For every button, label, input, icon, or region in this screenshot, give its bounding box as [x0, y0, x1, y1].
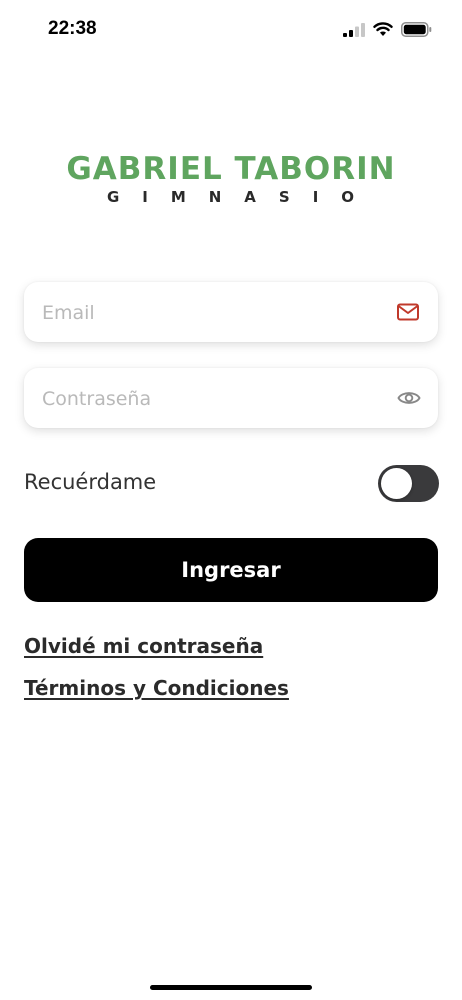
- wifi-icon: [373, 22, 393, 36]
- login-button[interactable]: Ingresar: [24, 538, 438, 602]
- status-time: 22:38: [48, 18, 97, 39]
- forgot-password-link[interactable]: Olvidé mi contraseña: [24, 634, 263, 658]
- status-icons: [343, 22, 432, 37]
- home-indicator: [150, 985, 312, 990]
- logo-title: GABRIEL TABORIN: [66, 151, 396, 187]
- eye-icon[interactable]: [397, 387, 421, 409]
- password-input[interactable]: [40, 368, 384, 430]
- status-bar: 22:38: [0, 0, 462, 62]
- toggle-knob: [381, 468, 412, 499]
- signal-icon: [343, 22, 365, 37]
- remember-toggle[interactable]: [378, 465, 439, 502]
- gym-logo: GABRIEL TABORIN GIMNASIO: [0, 150, 462, 206]
- terms-link[interactable]: Términos y Condiciones: [24, 676, 289, 700]
- battery-icon: [401, 22, 432, 37]
- logo-subtitle: GIMNASIO: [106, 188, 378, 206]
- email-input[interactable]: [40, 282, 384, 344]
- mail-icon: [397, 303, 419, 321]
- password-field[interactable]: [24, 368, 438, 430]
- email-field[interactable]: [24, 282, 438, 344]
- remember-label: Recuérdame: [24, 470, 157, 494]
